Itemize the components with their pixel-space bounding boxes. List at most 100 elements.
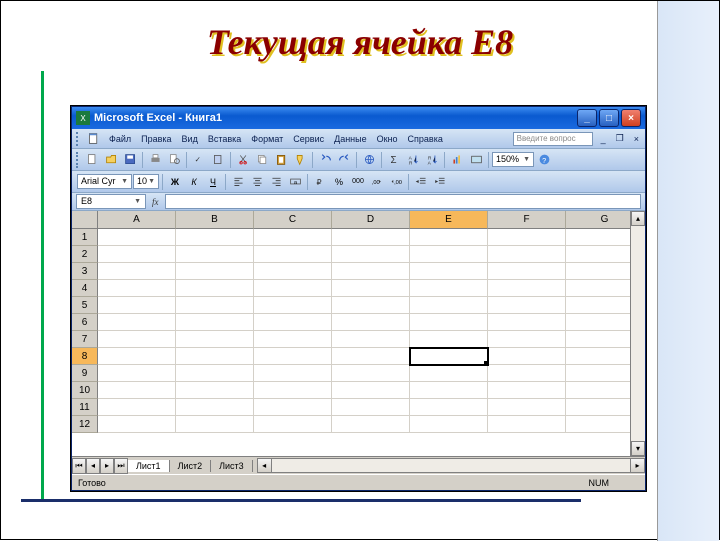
cell-G12[interactable] xyxy=(566,416,630,433)
cell-D6[interactable] xyxy=(332,314,410,331)
cell-D10[interactable] xyxy=(332,382,410,399)
cell-F10[interactable] xyxy=(488,382,566,399)
cell-C9[interactable] xyxy=(254,365,332,382)
menu-сервис[interactable]: Сервис xyxy=(288,132,329,146)
horizontal-scrollbar[interactable]: ◂ ▸ xyxy=(257,458,645,473)
help-icon[interactable]: ? xyxy=(535,151,553,169)
cell-B9[interactable] xyxy=(176,365,254,382)
column-header-F[interactable]: F xyxy=(488,211,566,229)
cell-B6[interactable] xyxy=(176,314,254,331)
menu-окно[interactable]: Окно xyxy=(372,132,403,146)
column-header-G[interactable]: G xyxy=(566,211,630,229)
cell-D4[interactable] xyxy=(332,280,410,297)
cell-C2[interactable] xyxy=(254,246,332,263)
align-center-icon[interactable] xyxy=(248,173,266,191)
toolbar-handle[interactable] xyxy=(76,152,80,168)
cell-D9[interactable] xyxy=(332,365,410,382)
cell-B1[interactable] xyxy=(176,229,254,246)
cell-A5[interactable] xyxy=(98,297,176,314)
increase-indent-icon[interactable] xyxy=(431,173,449,191)
cell-A11[interactable] xyxy=(98,399,176,416)
cell-G10[interactable] xyxy=(566,382,630,399)
merge-center-icon[interactable]: a xyxy=(286,173,304,191)
currency-icon[interactable]: ₽ xyxy=(311,173,329,191)
cell-A4[interactable] xyxy=(98,280,176,297)
menu-вставка[interactable]: Вставка xyxy=(203,132,246,146)
cell-E8[interactable] xyxy=(410,348,488,365)
name-box[interactable]: E8▼ xyxy=(76,194,146,209)
cell-A9[interactable] xyxy=(98,365,176,382)
cell-C12[interactable] xyxy=(254,416,332,433)
cell-C4[interactable] xyxy=(254,280,332,297)
cell-F3[interactable] xyxy=(488,263,566,280)
sheet-tab-3[interactable]: Лист3 xyxy=(210,460,253,472)
select-all-corner[interactable] xyxy=(72,211,98,229)
cell-D11[interactable] xyxy=(332,399,410,416)
cell-G7[interactable] xyxy=(566,331,630,348)
cell-D3[interactable] xyxy=(332,263,410,280)
percent-icon[interactable]: % xyxy=(330,173,348,191)
menu-правка[interactable]: Правка xyxy=(136,132,176,146)
menu-справка[interactable]: Справка xyxy=(403,132,448,146)
print-icon[interactable] xyxy=(146,151,164,169)
row-header-2[interactable]: 2 xyxy=(72,246,98,263)
cell-E4[interactable] xyxy=(410,280,488,297)
cell-A1[interactable] xyxy=(98,229,176,246)
align-right-icon[interactable] xyxy=(267,173,285,191)
cell-B2[interactable] xyxy=(176,246,254,263)
row-header-12[interactable]: 12 xyxy=(72,416,98,433)
row-header-9[interactable]: 9 xyxy=(72,365,98,382)
cell-F12[interactable] xyxy=(488,416,566,433)
cell-C8[interactable] xyxy=(254,348,332,365)
row-header-5[interactable]: 5 xyxy=(72,297,98,314)
cell-F8[interactable] xyxy=(488,348,566,365)
underline-button[interactable]: Ч xyxy=(204,173,222,191)
cell-D7[interactable] xyxy=(332,331,410,348)
doc-icon[interactable] xyxy=(84,130,102,148)
cell-G4[interactable] xyxy=(566,280,630,297)
cell-G9[interactable] xyxy=(566,365,630,382)
cell-E12[interactable] xyxy=(410,416,488,433)
cell-B3[interactable] xyxy=(176,263,254,280)
row-header-11[interactable]: 11 xyxy=(72,399,98,416)
doc-restore-button[interactable]: ❐ xyxy=(614,133,626,144)
hscroll-track[interactable] xyxy=(272,458,630,473)
cell-A6[interactable] xyxy=(98,314,176,331)
cut-icon[interactable] xyxy=(234,151,252,169)
cell-C3[interactable] xyxy=(254,263,332,280)
scroll-right-icon[interactable]: ▸ xyxy=(630,458,645,473)
cell-F9[interactable] xyxy=(488,365,566,382)
cell-C6[interactable] xyxy=(254,314,332,331)
cell-E11[interactable] xyxy=(410,399,488,416)
row-header-1[interactable]: 1 xyxy=(72,229,98,246)
cell-A3[interactable] xyxy=(98,263,176,280)
doc-close-button[interactable]: × xyxy=(632,134,641,144)
cell-B8[interactable] xyxy=(176,348,254,365)
research-icon[interactable] xyxy=(209,151,227,169)
tab-nav-next-icon[interactable]: ▸ xyxy=(100,458,114,474)
close-button[interactable]: × xyxy=(621,109,641,127)
column-header-D[interactable]: D xyxy=(332,211,410,229)
menu-файл[interactable]: Файл xyxy=(104,132,136,146)
cell-G1[interactable] xyxy=(566,229,630,246)
sheet-tab-1[interactable]: Лист1 xyxy=(127,460,170,472)
sheet-tab-2[interactable]: Лист2 xyxy=(169,460,212,472)
cell-E6[interactable] xyxy=(410,314,488,331)
tab-nav-last-icon[interactable]: ⏭ xyxy=(114,458,128,474)
decrease-indent-icon[interactable] xyxy=(412,173,430,191)
cell-F6[interactable] xyxy=(488,314,566,331)
cell-D1[interactable] xyxy=(332,229,410,246)
font-size-select[interactable]: 10▼ xyxy=(133,174,159,189)
tab-nav-prev-icon[interactable]: ◂ xyxy=(86,458,100,474)
cell-G2[interactable] xyxy=(566,246,630,263)
minimize-button[interactable]: _ xyxy=(577,109,597,127)
increase-decimal-icon[interactable]: ,00 xyxy=(368,173,386,191)
cell-D12[interactable] xyxy=(332,416,410,433)
cell-D8[interactable] xyxy=(332,348,410,365)
column-header-C[interactable]: C xyxy=(254,211,332,229)
doc-minimize-button[interactable]: _ xyxy=(599,134,608,144)
row-header-4[interactable]: 4 xyxy=(72,280,98,297)
titlebar[interactable]: X Microsoft Excel - Книга1 _ □ × xyxy=(72,107,645,129)
row-header-10[interactable]: 10 xyxy=(72,382,98,399)
cell-B7[interactable] xyxy=(176,331,254,348)
